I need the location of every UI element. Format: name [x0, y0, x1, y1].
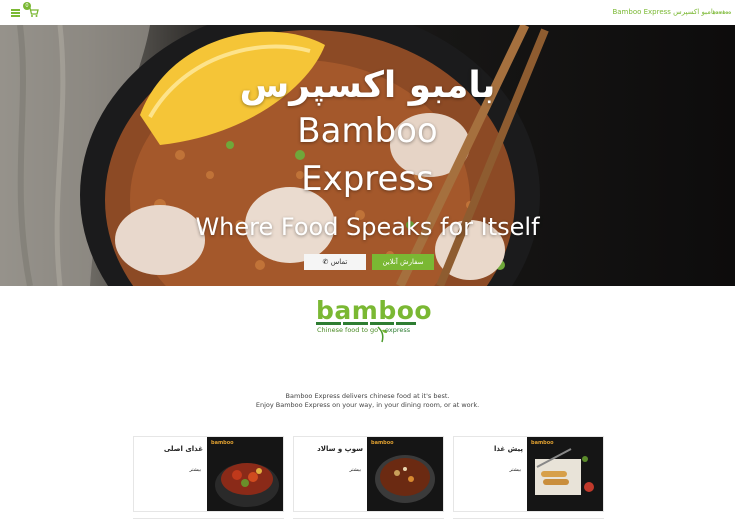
intro-text: Bamboo Express delivers chinese food at … — [0, 392, 735, 410]
order-online-button[interactable]: سفارش آنلاین — [372, 254, 434, 270]
cart-count-badge: 0 — [23, 2, 31, 10]
thumb-logo: bamboo — [371, 440, 394, 446]
hero-tagline: Where Food Speaks for Itself — [195, 213, 540, 241]
card-category-title: غذای اصلی — [163, 445, 203, 453]
card-thumbnail[interactable]: bamboo — [367, 437, 443, 511]
card-info: غذای اصلی بیشتر — [134, 437, 209, 511]
thumb-logo: bamboo — [531, 440, 554, 446]
hero-title-en-line2: Express — [301, 159, 434, 199]
card-category-title: پیش غذا — [493, 445, 523, 453]
hero-title-fa: بامبو اکسپرس — [239, 65, 496, 106]
next-row-card — [293, 518, 444, 522]
category-card-main-dish[interactable]: غذای اصلی بیشتر bamboo — [133, 436, 284, 512]
hero-banner: بامبو اکسپرس Bamboo Express Where Food S… — [0, 25, 735, 286]
card-thumbnail[interactable]: bamboo — [527, 437, 603, 511]
hamburger-icon[interactable] — [11, 9, 20, 17]
card-info: سوپ و سالاد بیشتر — [294, 437, 369, 511]
main-dish-image — [215, 463, 279, 507]
intro-line-2: Enjoy Bamboo Express on your way, in you… — [255, 401, 480, 409]
bamboo-express-logo: bamboo Chinese food to go express — [316, 298, 432, 344]
intro-line-1: Bamboo Express delivers chinese food at … — [285, 392, 450, 400]
logo-express-text: express — [385, 326, 411, 334]
thumb-logo: bamboo — [211, 440, 234, 446]
card-category-title: سوپ و سالاد — [317, 445, 363, 453]
soup-image — [375, 455, 435, 503]
category-card-appetizer[interactable]: پیش غذا بیشتر bamboo — [453, 436, 604, 512]
card-info: پیش غذا بیشتر — [454, 437, 529, 511]
card-more-link[interactable]: بیشتر — [509, 467, 521, 473]
category-card-soup-salad[interactable]: سوپ و سالاد بیشتر bamboo — [293, 436, 444, 512]
hero-title-en-line1: Bamboo — [297, 111, 438, 151]
card-more-link[interactable]: بیشتر — [349, 467, 361, 473]
appetizer-image — [535, 448, 594, 495]
next-row-card — [453, 518, 604, 522]
contact-button[interactable]: ✆ تماس — [304, 254, 366, 270]
logo-wordmark: bamboo — [316, 296, 433, 325]
brand-mini-logo[interactable]: bamboo — [713, 10, 731, 15]
brand-title-link[interactable]: Bamboo Express بامبو اکسپرس — [612, 8, 715, 16]
next-row-card — [133, 518, 284, 522]
logo-subtitle: Chinese food to go — [317, 326, 379, 334]
top-navbar: 0 Bamboo Express بامبو اکسپرس bamboo — [0, 0, 735, 25]
card-more-link[interactable]: بیشتر — [189, 467, 201, 473]
card-thumbnail[interactable]: bamboo — [207, 437, 283, 511]
